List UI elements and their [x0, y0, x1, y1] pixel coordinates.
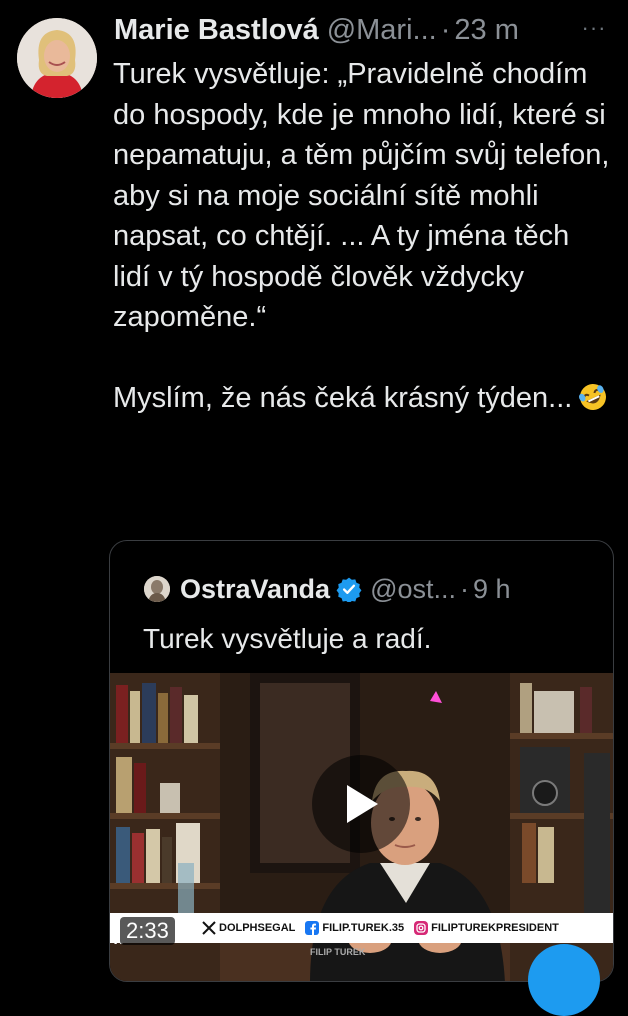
quoted-tweet[interactable]: OstraVanda @ost... · 9 h Turek vysvětluj…	[109, 540, 614, 982]
verified-icon	[336, 577, 362, 602]
facebook-icon	[305, 921, 320, 935]
quoted-author-avatar[interactable]	[144, 576, 170, 602]
author-handle[interactable]: @Mari...	[327, 14, 437, 47]
quoted-author-name[interactable]: OstraVanda	[180, 574, 330, 605]
separator-dot: ·	[440, 13, 451, 46]
tweet-paragraph: Turek vysvětluje: „Pravidelně chodím do …	[113, 58, 610, 333]
quoted-tweet-header: OstraVanda @ost... · 9 h	[144, 571, 511, 607]
play-button[interactable]	[312, 755, 410, 853]
author-avatar[interactable]	[17, 18, 97, 98]
play-icon	[347, 785, 378, 823]
video-duration: 2:33	[120, 917, 175, 945]
banner-facebook-handle: FILIP.TUREK.35	[322, 922, 405, 934]
compose-fab-icon[interactable]	[528, 944, 600, 1016]
quoted-tweet-time[interactable]: 9 h	[473, 574, 511, 605]
rofl-emoji-icon	[579, 383, 607, 410]
separator-dot: ·	[460, 573, 470, 604]
banner-x-handle: DOLPHSEGAL	[219, 922, 296, 934]
more-icon[interactable]: ···	[576, 14, 612, 42]
tweet-text: Turek vysvětluje: „Pravidelně chodím do …	[113, 54, 613, 418]
tweet-paragraph: Myslím, že nás čeká krásný týden...	[113, 378, 613, 419]
banner-instagram-handle: FILIPTUREKPRESIDENT	[431, 922, 559, 934]
banner-facebook-item: FILIP.TUREK.35	[305, 921, 404, 935]
banner-instagram-item: FILIPTUREKPRESIDENT	[414, 921, 559, 935]
name-strip: FILIP TUREK	[310, 947, 366, 957]
author-name[interactable]: Marie Bastlová	[114, 14, 319, 47]
quoted-tweet-text: Turek vysvětluje a radí.	[143, 623, 432, 654]
tweet-time[interactable]: 23 m	[454, 14, 518, 47]
banner-x-item: DOLPHSEGAL	[202, 921, 295, 935]
tweet-header: Marie Bastlová @Mari... · 23 m	[114, 10, 614, 50]
quoted-author-handle[interactable]: @ost...	[370, 574, 456, 605]
x-logo-icon	[202, 921, 216, 935]
instagram-icon	[414, 921, 429, 935]
tweet-paragraph-text: Myslím, že nás čeká krásný týden...	[113, 381, 573, 414]
social-banner: DOLPHSEGAL FILIP.TUREK.35 FILIPTUREKPRES…	[110, 913, 613, 943]
video-player[interactable]: DOLPHSEGAL FILIP.TUREK.35 FILIPTUREKPRES…	[110, 673, 613, 981]
